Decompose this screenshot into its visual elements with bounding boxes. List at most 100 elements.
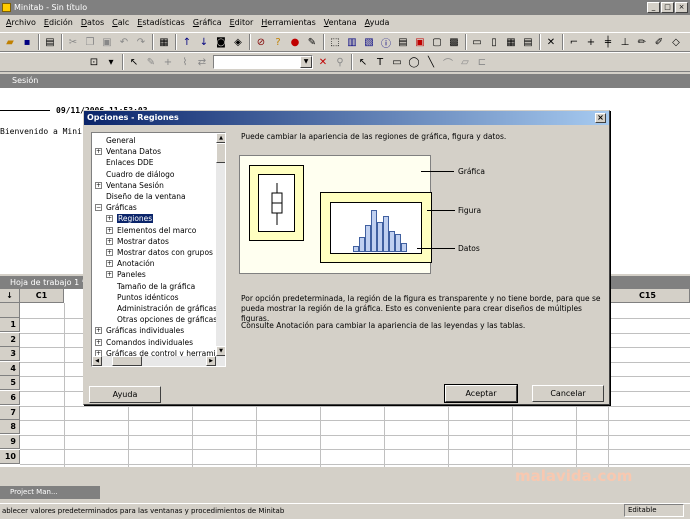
tree-item[interactable]: Mostrar datos con grupos xyxy=(117,247,213,258)
arrow-up-icon[interactable]: ↑ xyxy=(179,34,195,50)
ok-button[interactable]: Aceptar xyxy=(444,384,518,403)
tree-item[interactable]: Comandos individuales xyxy=(106,337,193,348)
save-icon[interactable]: ▪ xyxy=(19,34,35,50)
crosshair-icon[interactable]: + xyxy=(583,34,599,50)
tree-expander-icon[interactable]: + xyxy=(106,260,113,268)
graph-element-combo[interactable]: ▼ xyxy=(213,55,313,69)
data-window-icon[interactable]: ▯ xyxy=(486,34,502,50)
row-header[interactable]: 3 xyxy=(0,347,20,361)
zoom-search-icon[interactable]: ⚲ xyxy=(332,54,348,70)
window-icon[interactable]: ▭ xyxy=(469,34,485,50)
edit-last-dialog-icon[interactable]: ▦ xyxy=(156,34,172,50)
tree-expander-icon[interactable]: − xyxy=(95,204,102,212)
find-next-icon[interactable]: ◈ xyxy=(230,34,246,50)
line-draw-icon[interactable]: ╲ xyxy=(423,54,439,70)
menu-ayuda[interactable]: Ayuda xyxy=(361,15,394,31)
tree-item[interactable]: Gráficas individuales xyxy=(106,325,184,336)
related-docs-icon[interactable]: ▢ xyxy=(429,34,445,50)
help-icon[interactable]: ? xyxy=(270,34,286,50)
polygon-icon[interactable]: ▱ xyxy=(457,54,473,70)
brush-set-icon[interactable]: ⌇ xyxy=(177,54,193,70)
pen-icon[interactable]: ✏ xyxy=(634,34,650,50)
delete-icon[interactable]: ✕ xyxy=(315,54,331,70)
maximize-button[interactable]: □ xyxy=(661,2,674,13)
report-icon[interactable]: ▣ xyxy=(412,34,428,50)
graph-icon[interactable]: ▧ xyxy=(361,34,377,50)
brush-icon[interactable]: ✕ xyxy=(543,34,559,50)
polyline-icon[interactable]: ⌒ xyxy=(440,54,456,70)
menu-calc[interactable]: Calc xyxy=(108,15,133,31)
tree-item[interactable]: Otras opciones de gráficas xyxy=(117,314,217,325)
ellipse-tool-icon[interactable]: ◯ xyxy=(406,54,422,70)
binoculars-icon[interactable]: ◙ xyxy=(213,34,229,50)
menu-archivo[interactable]: Archivo xyxy=(2,15,40,31)
row-header[interactable]: 7 xyxy=(0,406,20,420)
menu-herramientas[interactable]: Herramientas xyxy=(257,15,320,31)
scroll-up-icon[interactable]: ▲ xyxy=(216,133,225,143)
row-header[interactable]: 10 xyxy=(0,450,20,464)
hscroll-thumb[interactable] xyxy=(112,356,142,366)
session-window-icon[interactable]: ⬚ xyxy=(327,34,343,50)
menu-estadisticas[interactable]: Estadísticas xyxy=(133,15,189,31)
column-header-c1[interactable]: C1 xyxy=(20,289,64,303)
menu-grafica[interactable]: Gráfica xyxy=(189,15,226,31)
scroll-thumb[interactable] xyxy=(216,143,225,163)
tree-item[interactable]: Paneles xyxy=(117,269,146,280)
tree-item[interactable]: Elementos del marco xyxy=(117,225,196,236)
tree-item[interactable]: Anotación xyxy=(117,258,155,269)
tree-item[interactable]: Diseño de la ventana xyxy=(106,191,186,202)
menu-datos[interactable]: Datos xyxy=(77,15,108,31)
column-header-partial[interactable] xyxy=(676,289,690,303)
undo-icon[interactable]: ↶ xyxy=(116,34,132,50)
project-manager-bar[interactable]: Project Man... xyxy=(0,486,100,499)
marker-icon[interactable]: ⊏ xyxy=(474,54,490,70)
pencil-icon[interactable]: ✐ xyxy=(651,34,667,50)
cancel-button[interactable]: Cancelar xyxy=(532,385,604,402)
row-header[interactable]: 1 xyxy=(0,318,20,332)
row-header[interactable]: 9 xyxy=(0,435,20,449)
tree-item[interactable]: Tamaño de la gráfica xyxy=(117,281,195,292)
menu-editor[interactable]: Editor xyxy=(226,15,258,31)
zoom-icon[interactable]: ╪ xyxy=(600,34,616,50)
tree-expander-icon[interactable]: + xyxy=(95,327,102,335)
minimize-button[interactable]: _ xyxy=(647,2,660,13)
tree-expander-icon[interactable]: + xyxy=(106,271,113,279)
grid-corner[interactable]: ↓ xyxy=(0,289,20,303)
scroll-left-icon[interactable]: ◀ xyxy=(92,356,102,366)
row-header[interactable]: 4 xyxy=(0,362,20,376)
dropdown-icon[interactable]: ▾ xyxy=(103,54,119,70)
options-tree[interactable]: General + Ventana Datos Enlaces DDE Cuadro d… xyxy=(91,132,226,367)
stat-guide-icon[interactable]: ● xyxy=(287,34,303,50)
grid-window-icon[interactable]: ▦ xyxy=(503,34,519,50)
axis-icon[interactable]: ⊥ xyxy=(617,34,633,50)
rotate-icon[interactable]: ⇄ xyxy=(194,54,210,70)
tree-item[interactable]: Ventana Datos xyxy=(106,146,161,157)
paste-icon[interactable]: ▣ xyxy=(99,34,115,50)
tree-expander-icon[interactable]: + xyxy=(106,249,113,256)
arrow-down-icon[interactable]: ↓ xyxy=(196,34,212,50)
edit-icon[interactable]: ⊡ xyxy=(86,54,102,70)
tree-expander-icon[interactable]: + xyxy=(106,215,113,223)
tree-item[interactable]: Puntos idénticos xyxy=(117,292,179,303)
tree-expander-icon[interactable]: + xyxy=(95,148,102,156)
tree-item[interactable]: Regiones xyxy=(117,213,154,224)
tree-expander-icon[interactable]: + xyxy=(95,181,102,189)
tree-item[interactable]: Gráficas xyxy=(106,202,137,213)
text-tool-icon[interactable]: T xyxy=(372,54,388,70)
worksheet-icon[interactable]: ▥ xyxy=(344,34,360,50)
brush-tool-icon[interactable]: ✎ xyxy=(143,54,159,70)
scroll-down-icon[interactable]: ▼ xyxy=(216,346,225,356)
row-header[interactable]: 8 xyxy=(0,420,20,434)
tree-item[interactable]: Cuadro de diálogo xyxy=(106,169,174,180)
copy-icon[interactable]: ❐ xyxy=(82,34,98,50)
dialog-close-button[interactable]: × xyxy=(595,113,606,123)
tree-horizontal-scrollbar[interactable]: ◀ ▶ xyxy=(92,356,216,366)
close-window-button[interactable]: × xyxy=(675,2,688,13)
cut-icon[interactable]: ✂ xyxy=(65,34,81,50)
row-header[interactable]: 6 xyxy=(0,391,20,405)
select-icon[interactable]: ↖ xyxy=(126,54,142,70)
tree-item[interactable]: General xyxy=(106,135,136,146)
scroll-right-icon[interactable]: ▶ xyxy=(206,356,216,366)
pointer-icon[interactable]: ↖ xyxy=(355,54,371,70)
tree-expander-icon[interactable]: + xyxy=(95,338,102,346)
